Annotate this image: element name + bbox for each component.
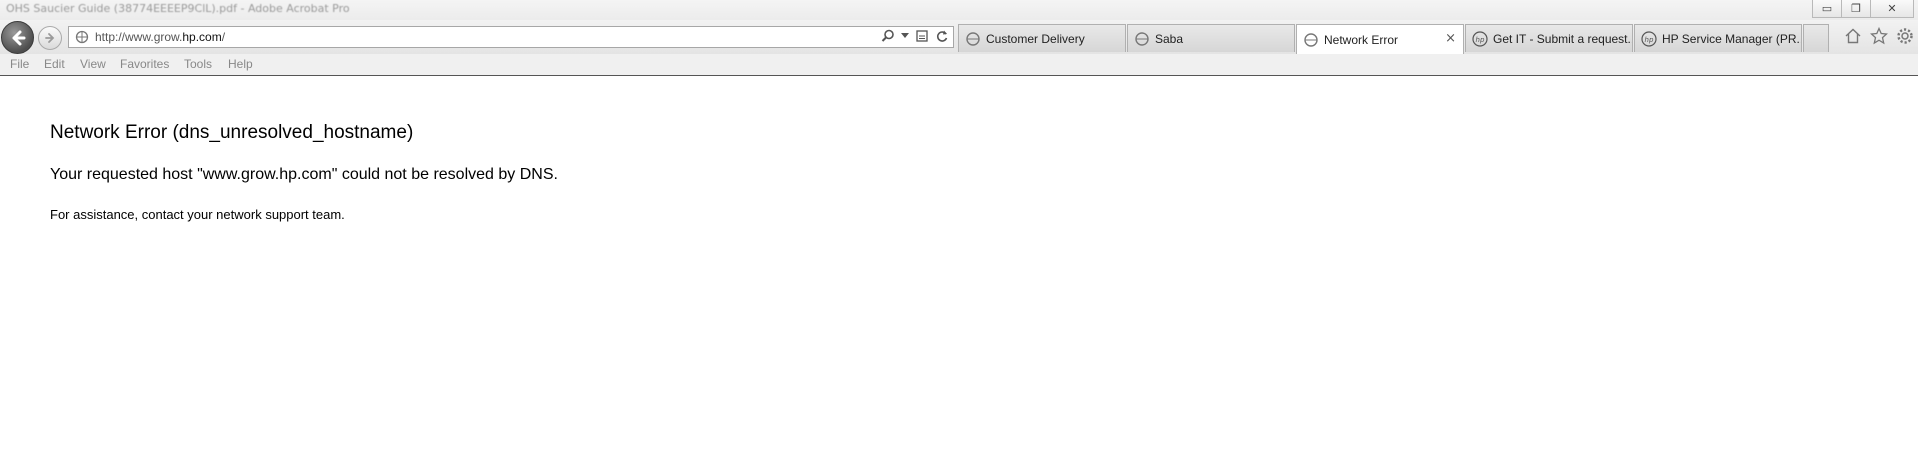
menu-help[interactable]: Help bbox=[228, 57, 253, 71]
search-icon[interactable] bbox=[881, 29, 895, 43]
dropdown-icon[interactable] bbox=[901, 33, 909, 39]
url-text[interactable]: http://www.grow.hp.com/ bbox=[95, 30, 225, 44]
ie-page-icon bbox=[1304, 32, 1318, 47]
menu-tools[interactable]: Tools bbox=[184, 57, 212, 71]
tab-label: Saba bbox=[1155, 31, 1184, 46]
tab-label: Customer Delivery bbox=[986, 31, 1085, 46]
tab-label: HP Service Manager (PR... bbox=[1662, 31, 1801, 46]
forward-button[interactable] bbox=[38, 26, 62, 50]
menu-view[interactable]: View bbox=[80, 57, 106, 71]
menu-favorites[interactable]: Favorites bbox=[120, 57, 169, 71]
menu-bar: File Edit View Favorites Tools Help bbox=[0, 54, 1918, 76]
tab-customer-delivery[interactable]: Customer Delivery bbox=[958, 24, 1126, 52]
ie-page-icon bbox=[966, 31, 980, 46]
ie-page-icon bbox=[1135, 31, 1149, 46]
tab-get-it[interactable]: hp Get IT - Submit a request... bbox=[1465, 24, 1633, 52]
minimize-button[interactable]: ▭ bbox=[1812, 0, 1842, 18]
tab-label: Network Error bbox=[1324, 32, 1399, 47]
hp-logo-icon: hp bbox=[1641, 30, 1657, 47]
navigation-bar: http://www.grow.hp.com/ Customer Deliver… bbox=[0, 20, 1918, 54]
error-message: Your requested host "www.grow.hp.com" co… bbox=[50, 166, 558, 183]
back-arrow-icon bbox=[12, 30, 25, 45]
settings-gear-icon[interactable] bbox=[1896, 27, 1914, 45]
refresh-icon[interactable] bbox=[935, 29, 949, 43]
svg-text:hp: hp bbox=[1476, 36, 1485, 44]
tab-saba[interactable]: Saba bbox=[1127, 24, 1295, 52]
tab-network-error[interactable]: Network Error × bbox=[1296, 24, 1464, 54]
window-titlebar: OHS Saucier Guide (38774EEEEP9ClL).pdf -… bbox=[0, 0, 1918, 20]
compatibility-view-icon[interactable] bbox=[915, 29, 929, 43]
svg-text:hp: hp bbox=[1645, 36, 1654, 44]
window-title: OHS Saucier Guide (38774EEEEP9ClL).pdf -… bbox=[6, 2, 350, 15]
address-bar[interactable]: http://www.grow.hp.com/ bbox=[68, 26, 954, 48]
forward-arrow-icon bbox=[45, 33, 55, 43]
back-button[interactable] bbox=[1, 21, 34, 54]
url-domain: hp.com bbox=[182, 30, 222, 44]
restore-button[interactable]: ❐ bbox=[1841, 0, 1871, 18]
tab-label: Get IT - Submit a request... bbox=[1493, 31, 1632, 46]
menu-edit[interactable]: Edit bbox=[44, 57, 65, 71]
browser-tools bbox=[1844, 27, 1914, 45]
menu-file[interactable]: File bbox=[10, 57, 29, 71]
close-tab-icon[interactable]: × bbox=[1445, 31, 1456, 46]
favorites-star-icon[interactable] bbox=[1870, 27, 1888, 45]
close-window-button[interactable]: ✕ bbox=[1870, 0, 1914, 18]
error-help-text: For assistance, contact your network sup… bbox=[50, 207, 345, 222]
tab-hp-service-manager[interactable]: hp HP Service Manager (PR... bbox=[1634, 24, 1802, 52]
tab-strip: Customer Delivery Saba Network Error × h… bbox=[958, 24, 1829, 54]
new-tab-button[interactable] bbox=[1803, 24, 1829, 52]
address-tools bbox=[881, 29, 949, 43]
home-icon[interactable] bbox=[1844, 27, 1862, 45]
window-controls: ▭ ❐ ✕ bbox=[1812, 0, 1914, 18]
hp-logo-icon: hp bbox=[1472, 30, 1488, 47]
page-icon bbox=[75, 30, 89, 44]
url-suffix: / bbox=[221, 30, 226, 44]
error-heading: Network Error (dns_unresolved_hostname) bbox=[50, 122, 414, 143]
url-prefix: http://www.grow. bbox=[95, 30, 183, 44]
